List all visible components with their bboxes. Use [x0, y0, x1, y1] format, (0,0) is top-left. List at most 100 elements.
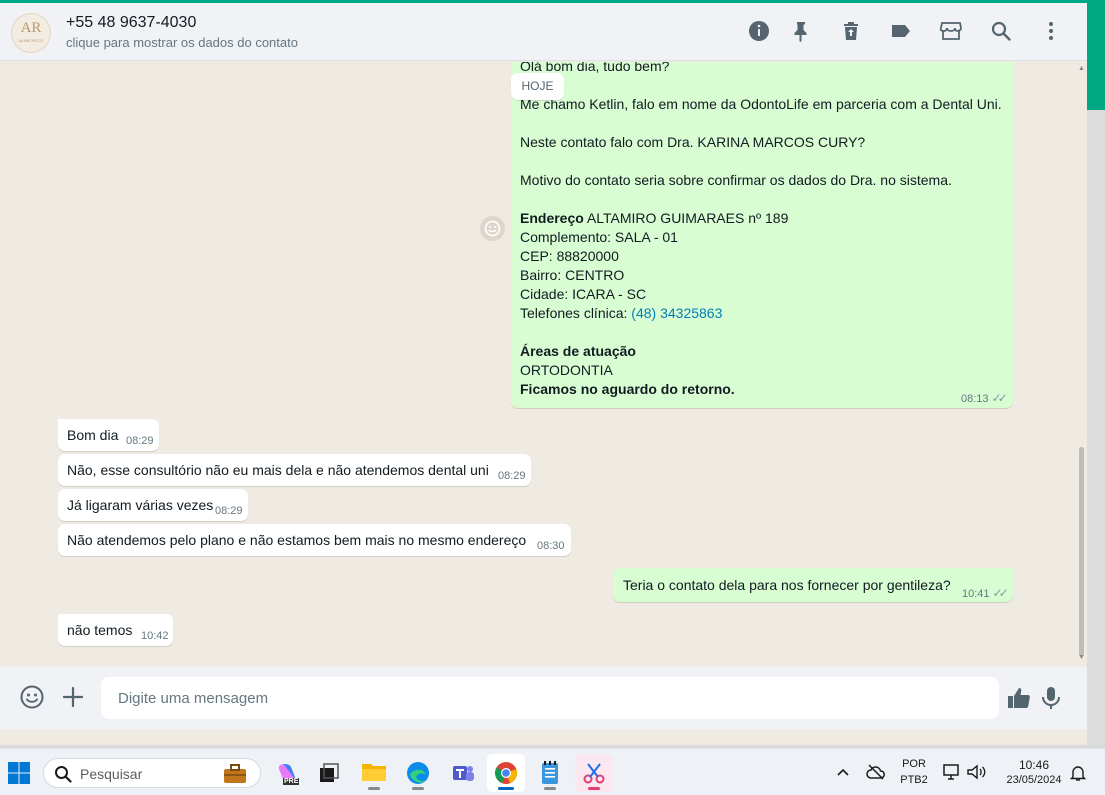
avatar[interactable]: AR ALINE RECO	[11, 13, 51, 53]
running-indicator	[368, 787, 380, 790]
message-text: não temos	[67, 622, 133, 638]
taskbar-explorer[interactable]	[355, 754, 393, 792]
message-text: Bom dia	[67, 427, 119, 443]
outgoing-message[interactable]: Teria o contato dela para nos fornecer p…	[613, 568, 1013, 602]
message-text: Já ligaram várias vezes	[67, 497, 214, 513]
taskbar-notepad[interactable]	[531, 754, 569, 792]
avatar-subtext: ALINE RECO	[18, 38, 44, 43]
contact-name[interactable]: +55 48 9637-4030	[66, 14, 196, 32]
volume-icon[interactable]	[966, 763, 986, 781]
language-top[interactable]: POR	[896, 758, 932, 770]
taskbar-edge[interactable]	[399, 754, 437, 792]
incoming-message[interactable]: Não atendemos pelo plano e não estamos b…	[58, 524, 571, 556]
chat-scrollbar[interactable]: ▲ ▼	[1076, 62, 1086, 667]
avatar-text: AR	[20, 20, 42, 36]
scroll-up-icon[interactable]: ▲	[1078, 65, 1085, 72]
info-icon[interactable]	[747, 19, 771, 43]
bairro-line: Bairro: CENTRO	[520, 267, 625, 283]
message-time: 08:29	[215, 505, 243, 517]
clock-time[interactable]: 10:46	[994, 758, 1074, 772]
message-text: Não, esse consultório não eu mais dela e…	[67, 462, 489, 478]
emoji-react-icon	[484, 220, 501, 237]
telefone-label: Telefones clínica:	[520, 305, 632, 321]
active-indicator	[498, 787, 514, 790]
windows-taskbar: Pesquisar PRE POR PTB2 10:46 23/05/2024	[0, 748, 1105, 795]
clock-date[interactable]: 23/05/2024	[994, 774, 1074, 786]
cloud-offline-icon[interactable]	[866, 763, 886, 781]
message-time: 10:41 ✓✓	[962, 586, 1009, 600]
trash-icon[interactable]	[839, 19, 863, 43]
read-ticks-icon: ✓✓	[991, 391, 1008, 405]
chat-area[interactable]: Olá bom dia, tudo bem? Me chamo Ketlin, …	[0, 62, 1087, 667]
message-time: 08:13 ✓✓	[961, 391, 1008, 405]
message-input-box[interactable]	[101, 677, 999, 719]
running-indicator	[412, 787, 424, 790]
message-time: 10:42	[141, 630, 169, 642]
search-label: Pesquisar	[80, 766, 143, 782]
taskbar-search[interactable]: Pesquisar	[43, 758, 261, 788]
copilot-badge: PRE	[283, 778, 300, 785]
address-label: Endereço	[520, 210, 584, 226]
closing-line: Ficamos no aguardo do retorno.	[520, 381, 735, 397]
taskbar-copilot[interactable]: PRE	[268, 754, 306, 792]
display-icon[interactable]	[942, 763, 962, 781]
side-accent	[1087, 0, 1105, 110]
contact-subtitle[interactable]: clique para mostrar os dados do contato	[66, 35, 298, 50]
message-time: 08:30	[537, 540, 565, 552]
search-icon[interactable]	[989, 19, 1013, 43]
message-line: Me chamo Ketlin, falo em nome da OdontoL…	[520, 96, 1002, 112]
address-value: ALTAMIRO GUIMARAES nº 189	[583, 210, 789, 226]
windows-start-icon[interactable]	[7, 761, 31, 785]
incoming-message[interactable]: Já ligaram várias vezes 08:29	[58, 489, 248, 521]
chat-header: AR ALINE RECO +55 48 9637-4030 clique pa…	[0, 3, 1087, 61]
outgoing-message-long[interactable]: Olá bom dia, tudo bem? Me chamo Ketlin, …	[511, 62, 1013, 408]
complemento-line: Complemento: SALA - 01	[520, 229, 678, 245]
label-icon[interactable]	[889, 19, 913, 43]
telefone-line: Telefones clínica: (48) 34325863	[520, 305, 722, 321]
incoming-message[interactable]: Não, esse consultório não eu mais dela e…	[58, 454, 531, 486]
thumbs-up-icon[interactable]	[1006, 685, 1032, 711]
plus-icon[interactable]	[60, 684, 86, 710]
phone-link[interactable]: (48) 34325863	[631, 305, 722, 321]
mic-icon[interactable]	[1038, 685, 1064, 711]
message-input[interactable]	[118, 677, 978, 719]
date-badge: HOJE	[511, 73, 564, 100]
teams-icon	[453, 766, 474, 781]
cep-line: CEP: 88820000	[520, 248, 619, 264]
shop-icon[interactable]	[939, 19, 963, 43]
message-time: 08:29	[498, 470, 526, 482]
compose-bar	[0, 667, 1087, 729]
taskbar-taskview[interactable]	[310, 754, 348, 792]
pin-icon[interactable]	[789, 19, 813, 43]
taskbar-chrome[interactable]	[487, 754, 525, 792]
chrome-icon	[495, 762, 518, 784]
message-line: Neste contato falo com Dra. KARINA MARCO…	[520, 134, 866, 150]
notification-bell-icon[interactable]	[1070, 764, 1086, 782]
whatsapp-window: AR ALINE RECO +55 48 9637-4030 clique pa…	[0, 0, 1087, 745]
briefcase-icon	[224, 764, 246, 783]
menu-icon[interactable]	[1039, 19, 1063, 43]
message-line: Motivo do contato seria sobre confirmar …	[520, 172, 952, 188]
language-bottom[interactable]: PTB2	[896, 774, 932, 786]
running-indicator	[588, 787, 600, 790]
running-indicator	[544, 787, 556, 790]
window-top-accent	[0, 0, 1105, 3]
taskbar-snipping-tool[interactable]	[575, 754, 613, 792]
chevron-up-icon[interactable]	[836, 765, 850, 779]
taskbar-teams[interactable]	[444, 754, 482, 792]
address-line: Endereço ALTAMIRO GUIMARAES nº 189	[520, 210, 788, 226]
search-icon	[55, 766, 72, 783]
areas-value: ORTODONTIA	[520, 362, 613, 378]
scissors-icon	[583, 763, 605, 784]
notepad-icon	[542, 761, 558, 784]
emoji-icon[interactable]	[19, 684, 45, 710]
incoming-message[interactable]: não temos 10:42	[58, 614, 173, 646]
side-strip	[1087, 0, 1105, 745]
scrollbar-thumb[interactable]	[1079, 447, 1084, 657]
message-text: Teria o contato dela para nos fornecer p…	[623, 577, 951, 593]
cidade-line: Cidade: ICARA - SC	[520, 286, 647, 302]
scroll-down-icon[interactable]: ▼	[1078, 654, 1085, 661]
areas-label: Áreas de atuação	[520, 343, 636, 359]
incoming-message[interactable]: Bom dia 08:29	[58, 419, 159, 451]
reaction-button[interactable]	[480, 216, 505, 241]
